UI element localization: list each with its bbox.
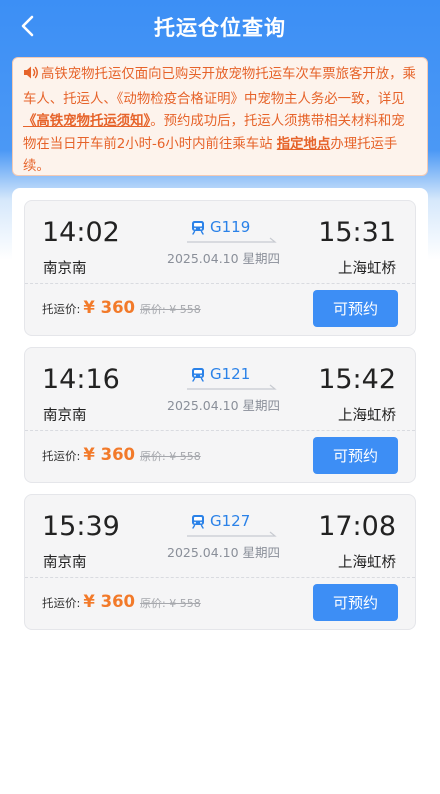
notice-box: 高铁宠物托运仅面向已购买开放宠物托运车次车票旅客开放，乘车人、托运人、《动物检疫… <box>12 57 428 176</box>
arrival-station: 上海虹桥 <box>338 408 396 424</box>
route-arrow-icon <box>187 237 277 243</box>
card-divider <box>25 283 415 284</box>
page-title: 托运仓位查询 <box>154 16 286 40</box>
route-arrow-icon <box>187 531 277 537</box>
departure-station: 南京南 <box>43 261 87 277</box>
price-row: 托运价: ¥ 360 原价: ¥ 558 <box>42 445 201 464</box>
book-button[interactable]: 可预约 <box>313 290 398 327</box>
train-icon <box>192 514 204 529</box>
departure-time: 15:39 <box>42 511 120 542</box>
train-number: G121 <box>191 364 257 384</box>
price-label: 托运价: <box>42 449 81 463</box>
train-number-text: G119 <box>210 218 251 236</box>
train-card: 14:02 南京南 G119 2025.04.10 星期四 15:31 上海虹桥… <box>24 200 416 336</box>
book-button[interactable]: 可预约 <box>313 437 398 474</box>
notice-text-1: 高铁宠物托运仅面向已购买开放宠物托运车次车票旅客开放，乘车人、托运人、《动物检疫… <box>23 67 416 107</box>
chevron-left-icon <box>21 15 34 37</box>
departure-station: 南京南 <box>43 408 87 424</box>
speaker-icon <box>23 65 39 89</box>
train-icon <box>192 220 204 235</box>
departure-time: 14:16 <box>42 364 120 395</box>
card-divider <box>25 577 415 578</box>
price-label: 托运价: <box>42 302 81 316</box>
price-label: 托运价: <box>42 596 81 610</box>
travel-date: 2025.04.10 星期四 <box>167 251 281 266</box>
train-icon <box>192 367 204 382</box>
pet-shipping-rules-link[interactable]: 《高铁宠物托运须知》 <box>23 114 150 129</box>
shipping-price: ¥ 360 <box>83 298 136 317</box>
header-bar: 托运仓位查询 <box>0 0 440 54</box>
departure-station: 南京南 <box>43 555 87 571</box>
train-card: 14:16 南京南 G121 2025.04.10 星期四 15:42 上海虹桥… <box>24 347 416 483</box>
arrival-time: 15:31 <box>318 217 396 248</box>
train-number: G127 <box>191 511 257 531</box>
arrival-station: 上海虹桥 <box>338 261 396 277</box>
back-button[interactable] <box>10 8 46 44</box>
arrival-station: 上海虹桥 <box>338 555 396 571</box>
book-button[interactable]: 可预约 <box>313 584 398 621</box>
price-row: 托运价: ¥ 360 原价: ¥ 558 <box>42 592 201 611</box>
arrival-time: 15:42 <box>318 364 396 395</box>
shipping-price: ¥ 360 <box>83 445 136 464</box>
train-number-text: G121 <box>210 365 251 383</box>
travel-date: 2025.04.10 星期四 <box>167 545 281 560</box>
original-price: 原价: ¥ 558 <box>140 450 201 463</box>
designated-location-link[interactable]: 指定地点 <box>277 137 331 152</box>
train-number: G119 <box>191 217 257 237</box>
original-price: 原价: ¥ 558 <box>140 597 201 610</box>
train-card: 15:39 南京南 G127 2025.04.10 星期四 17:08 上海虹桥… <box>24 494 416 630</box>
original-price: 原价: ¥ 558 <box>140 303 201 316</box>
arrival-time: 17:08 <box>318 511 396 542</box>
shipping-price: ¥ 360 <box>83 592 136 611</box>
card-divider <box>25 430 415 431</box>
price-row: 托运价: ¥ 360 原价: ¥ 558 <box>42 298 201 317</box>
travel-date: 2025.04.10 星期四 <box>167 398 281 413</box>
departure-time: 14:02 <box>42 217 120 248</box>
route-arrow-icon <box>187 384 277 390</box>
train-number-text: G127 <box>210 512 251 530</box>
